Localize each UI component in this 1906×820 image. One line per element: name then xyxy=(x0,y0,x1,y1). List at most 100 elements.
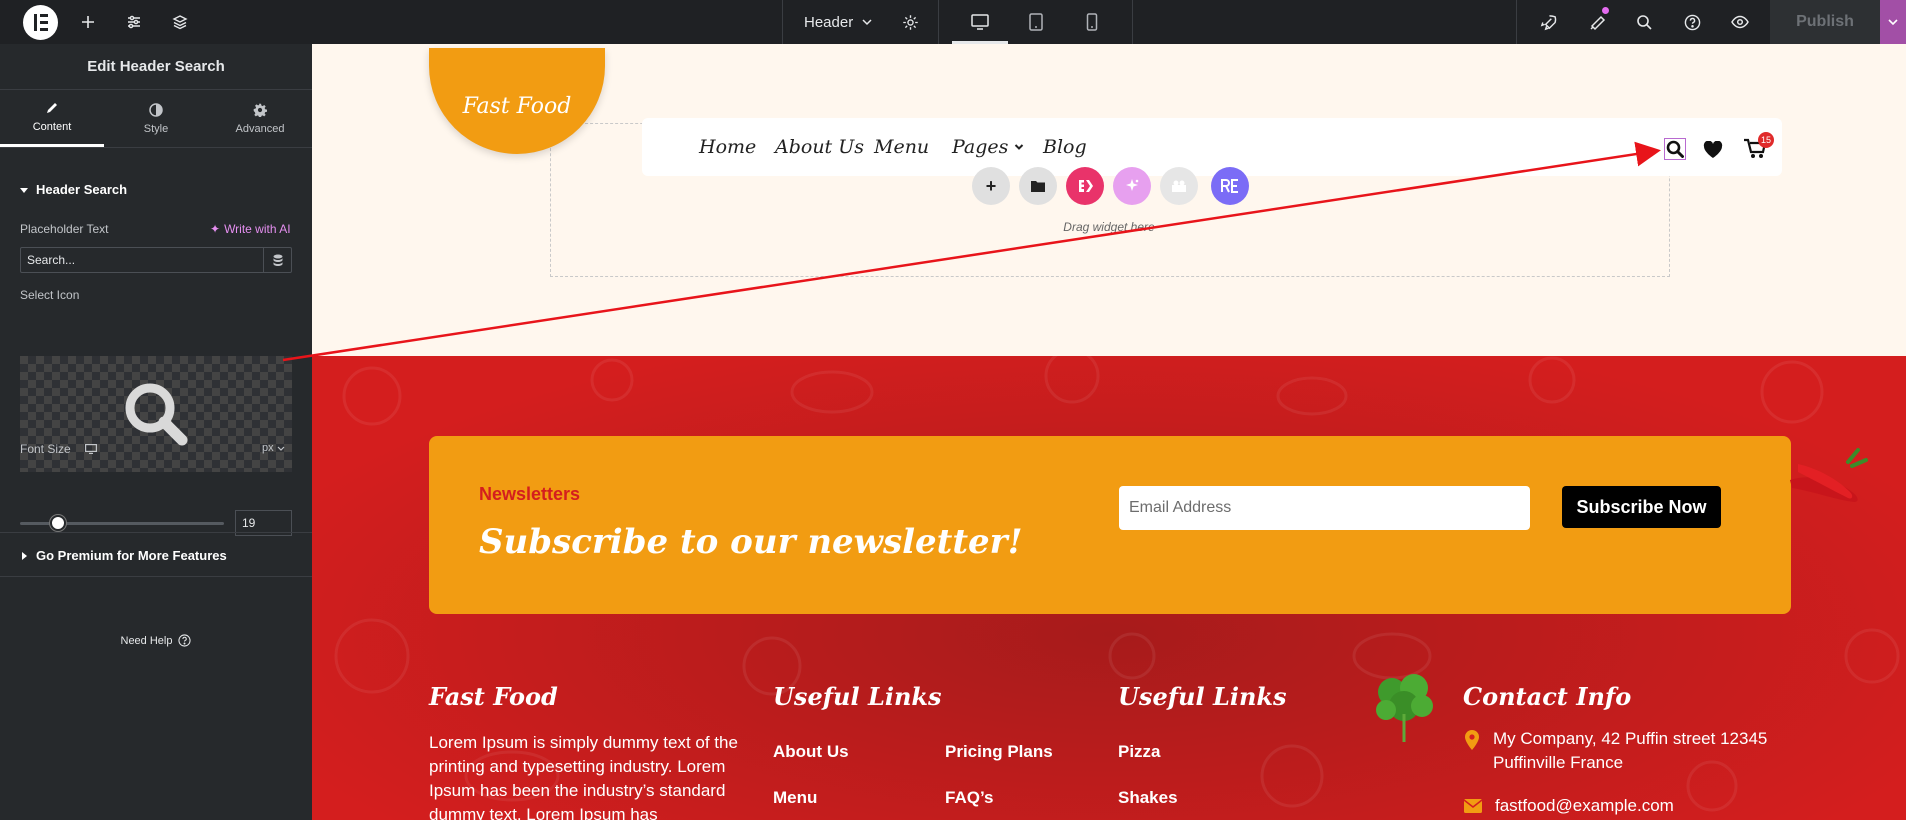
contact-address-text: My Company, 42 Puffin street 12345 Puffi… xyxy=(1493,729,1768,772)
search-icon xyxy=(125,383,188,446)
parsley-image xyxy=(1376,674,1433,742)
footer-useful-links-title-2: Useful Links xyxy=(1118,682,1287,711)
kits-library-icon[interactable] xyxy=(1160,167,1198,205)
footer-link-menu[interactable]: Menu xyxy=(773,788,817,808)
tablet-device-icon[interactable] xyxy=(1024,0,1048,44)
contact-address: My Company, 42 Puffin street 12345 Puffi… xyxy=(1463,727,1783,775)
section-header-search[interactable]: Header Search xyxy=(20,182,127,197)
template-library-folder-icon[interactable] xyxy=(1019,167,1057,205)
chili-peppers-image xyxy=(1790,448,1868,502)
elementor-logo-icon[interactable] xyxy=(23,5,58,40)
caret-down-icon xyxy=(20,187,28,193)
placeholder-text-field xyxy=(20,247,292,273)
desktop-device-icon[interactable] xyxy=(968,0,992,44)
mobile-device-icon[interactable] xyxy=(1080,0,1104,44)
search-icon[interactable] xyxy=(1632,0,1656,44)
section-divider xyxy=(0,576,312,577)
footer-contact-title: Contact Info xyxy=(1463,682,1632,711)
elementskit-icon[interactable] xyxy=(1066,167,1104,205)
header-section: Home About Us Menu Pages Blog Fast Food … xyxy=(312,44,1906,356)
document-name: Header xyxy=(804,13,854,31)
envelope-icon xyxy=(1463,799,1483,813)
responsive-desktop-icon[interactable] xyxy=(84,444,97,454)
preview-eye-icon[interactable] xyxy=(1728,0,1752,44)
footer-link-pricing-plans[interactable]: Pricing Plans xyxy=(945,742,1053,762)
editor-topbar: Header Publish xyxy=(0,0,1906,44)
tab-advanced-label: Advanced xyxy=(235,122,285,135)
footer-brand-title: Fast Food xyxy=(429,682,558,711)
wishlist-heart-icon[interactable] xyxy=(1703,140,1723,164)
document-name-dropdown[interactable]: Header xyxy=(804,0,873,44)
tab-content-label: Content xyxy=(32,121,72,133)
unit-selector[interactable]: px xyxy=(262,442,285,454)
page-settings-gear-icon[interactable] xyxy=(898,0,922,44)
chevron-down-icon xyxy=(862,19,872,26)
site-settings-icon[interactable] xyxy=(122,0,146,44)
notification-dot xyxy=(1602,7,1609,14)
pencil-icon xyxy=(47,103,57,113)
placeholder-text-label: Placeholder Text xyxy=(20,222,109,236)
footer-link-faqs[interactable]: FAQ’s xyxy=(945,788,994,808)
tab-style-label: Style xyxy=(143,122,169,135)
write-with-ai-label: Write with AI xyxy=(224,222,291,236)
footer-link-about-us[interactable]: About Us xyxy=(773,742,849,762)
section-title: Header Search xyxy=(36,182,128,197)
publish-button[interactable]: Publish xyxy=(1770,0,1880,44)
cart-count-badge: 15 xyxy=(1758,132,1774,148)
section-divider xyxy=(0,532,312,533)
newsletter-email-input[interactable] xyxy=(1119,486,1530,530)
nav-home[interactable]: Home xyxy=(699,118,756,176)
footer-link-pizza[interactable]: Pizza xyxy=(1118,742,1161,762)
add-element-icon[interactable] xyxy=(76,0,100,44)
placeholder-text-input[interactable] xyxy=(21,248,263,272)
footer-brand-text: Lorem Ipsum is simply dummy text of the … xyxy=(429,733,738,820)
subscribe-now-button[interactable]: Subscribe Now xyxy=(1562,486,1721,528)
map-pin-icon xyxy=(1465,730,1479,750)
nav-menu[interactable]: Menu xyxy=(874,118,929,176)
editor-panel: Edit Header Search Content Style Advance… xyxy=(0,44,312,820)
newsletter-box: Newsletters Subscribe to our newsletter!… xyxy=(429,436,1791,614)
publish-options-button[interactable] xyxy=(1880,0,1906,44)
select-icon-label: Select Icon xyxy=(20,288,80,302)
newsletter-kicker: Newsletters xyxy=(479,484,581,504)
gear-icon xyxy=(253,103,267,117)
drag-widget-hint: Drag widget here xyxy=(1063,220,1155,234)
newsletter-heading: Subscribe to our newsletter! xyxy=(479,522,1023,562)
go-premium-label: Go Premium for More Features xyxy=(36,548,227,563)
section-go-premium[interactable]: Go Premium for More Features xyxy=(20,548,227,563)
structure-layers-icon[interactable] xyxy=(168,0,192,44)
contact-email-text: fastfood@example.com xyxy=(1495,796,1674,815)
logo-text: Fast Food xyxy=(462,93,572,119)
nav-pages-label: Pages xyxy=(952,136,1009,158)
help-circle-icon xyxy=(178,634,192,647)
tab-style[interactable]: Style xyxy=(104,90,208,147)
ai-sparkle-button-icon[interactable] xyxy=(1113,167,1151,205)
tab-advanced[interactable]: Advanced xyxy=(208,90,312,147)
dynamic-tags-icon[interactable] xyxy=(263,248,291,272)
font-size-label: Font Size xyxy=(20,442,71,456)
add-widget-toolbar: + xyxy=(972,167,1249,205)
caret-right-icon xyxy=(22,551,27,560)
royal-elements-icon[interactable] xyxy=(1211,167,1249,205)
header-search-icon[interactable] xyxy=(1664,138,1686,160)
chevron-down-icon xyxy=(1015,144,1024,150)
rocket-icon[interactable] xyxy=(1536,0,1560,44)
chevron-down-icon xyxy=(277,446,285,451)
footer-section: Newsletters Subscribe to our newsletter!… xyxy=(312,356,1906,820)
need-help-link[interactable]: Need Help xyxy=(0,634,312,647)
nav-about-us[interactable]: About Us xyxy=(775,118,864,176)
footer-useful-links-title-1: Useful Links xyxy=(773,682,942,711)
tab-content[interactable]: Content xyxy=(0,90,104,147)
ai-sparkle-icon: ✦ xyxy=(210,222,221,236)
panel-title: Edit Header Search xyxy=(0,44,312,90)
write-with-ai-button[interactable]: ✦ Write with AI xyxy=(210,222,291,236)
need-help-label: Need Help xyxy=(120,634,173,647)
footer-link-shakes[interactable]: Shakes xyxy=(1118,788,1178,808)
contrast-icon xyxy=(149,102,163,117)
contact-email[interactable]: fastfood@example.com xyxy=(1463,794,1674,818)
panel-tabs: Content Style Advanced xyxy=(0,90,312,148)
add-section-plus-icon[interactable]: + xyxy=(972,167,1010,205)
font-size-slider-handle[interactable] xyxy=(50,515,66,531)
help-icon[interactable] xyxy=(1680,0,1704,44)
font-size-label-row: Font Size xyxy=(20,442,97,456)
